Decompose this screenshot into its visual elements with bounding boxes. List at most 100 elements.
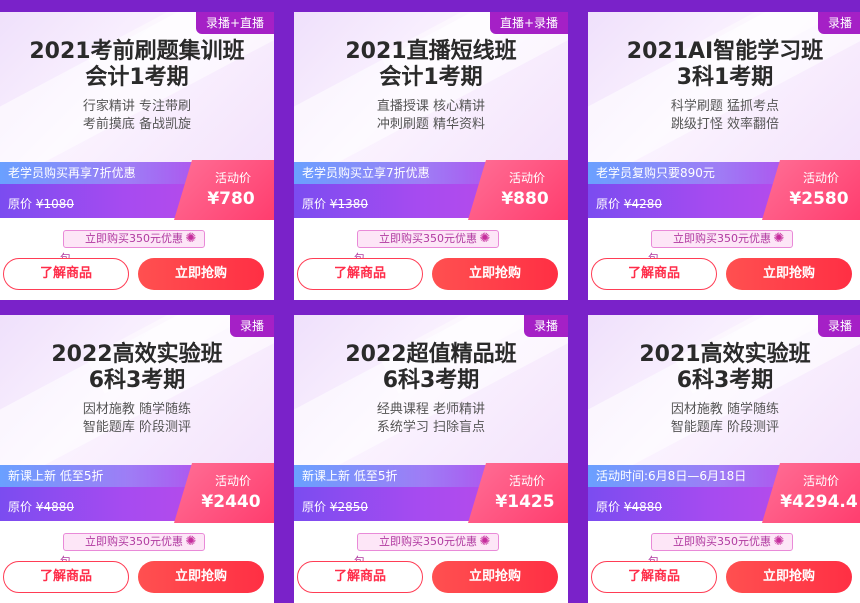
course-card: 录播 2021AI智能学习班 3科1考期 科学刷题 猛抓考点 跳级打怪 效率翻倍… xyxy=(588,12,860,300)
original-price-label: 原价 xyxy=(302,197,327,211)
course-type-tag: 录播+直播 xyxy=(195,12,274,34)
coupon-text: 立即购买350元优惠 xyxy=(85,232,183,245)
course-grid: 录播+直播 2021考前刷题集训班 会计1考期 行家精讲 专注带刷 考前摸底 备… xyxy=(0,0,860,603)
course-description: 直播授课 核心精讲 冲刺刷题 精华资料 xyxy=(294,98,568,134)
course-title-line1: 2022超值精品班 xyxy=(345,342,517,367)
gift-icon: ✺ xyxy=(185,231,197,246)
gift-icon: ✺ xyxy=(185,534,197,549)
course-title-line2: 6科3考期 xyxy=(676,368,774,393)
course-type-tag: 录播 xyxy=(229,315,274,337)
course-desc-line1: 因材施教 随学随练 xyxy=(82,402,192,417)
card-hero: 录播+直播 2021考前刷题集训班 会计1考期 行家精讲 专注带刷 考前摸底 备… xyxy=(0,12,274,162)
course-title: 2021高效实验班 6科3考期 xyxy=(588,342,860,394)
original-price-value: ¥4880 xyxy=(35,500,75,514)
course-title-line1: 2021AI智能学习班 xyxy=(626,39,824,64)
card-hero: 直播+录播 2021直播短线班 会计1考期 直播授课 核心精讲 冲刺刷题 精华资… xyxy=(294,12,568,162)
buy-now-button[interactable]: 立即抢购 xyxy=(726,561,852,593)
activity-price-label: 活动价 xyxy=(802,474,839,488)
card-hero: 录播 2022超值精品班 6科3考期 经典课程 老师精讲 系统学习 扫除盲点 xyxy=(294,315,568,465)
activity-price-value: ¥2580 xyxy=(789,189,849,209)
course-card: 直播+录播 2021直播短线班 会计1考期 直播授课 核心精讲 冲刺刷题 精华资… xyxy=(294,12,568,300)
original-price-label: 原价 xyxy=(596,197,621,211)
course-desc-line2: 冲刺刷题 精华资料 xyxy=(376,117,486,132)
original-price-label: 原价 xyxy=(302,500,327,514)
course-title-line1: 2021高效实验班 xyxy=(639,342,811,367)
coupon-text: 立即购买350元优惠 xyxy=(85,535,183,548)
course-type-tag: 录播 xyxy=(523,315,568,337)
learn-more-button[interactable]: 了解商品 xyxy=(297,561,423,593)
buy-now-button[interactable]: 立即抢购 xyxy=(432,258,558,290)
promo-text: 老学员购买再享7折优惠 xyxy=(0,162,218,184)
original-price-label: 原价 xyxy=(8,500,33,514)
course-title-line2: 6科3考期 xyxy=(88,368,186,393)
original-price-value: ¥1380 xyxy=(329,197,369,211)
course-desc-line1: 科学刷题 猛抓考点 xyxy=(670,99,780,114)
course-desc-line1: 行家精讲 专注带刷 xyxy=(82,99,192,114)
course-desc-line2: 系统学习 扫除盲点 xyxy=(376,420,486,435)
coupon-text: 立即购买350元优惠 xyxy=(673,535,771,548)
buy-now-button[interactable]: 立即抢购 xyxy=(432,561,558,593)
course-title-line1: 2021考前刷题集训班 xyxy=(29,39,245,64)
activity-price-label: 活动价 xyxy=(214,474,251,488)
course-title: 2021AI智能学习班 3科1考期 xyxy=(588,39,860,91)
original-price: 原价 ¥1080 xyxy=(8,195,74,212)
buy-now-button[interactable]: 立即抢购 xyxy=(138,258,264,290)
original-price: 原价 ¥4880 xyxy=(8,498,74,515)
course-desc-line2: 智能题库 阶段测评 xyxy=(670,420,780,435)
learn-more-button[interactable]: 了解商品 xyxy=(591,561,717,593)
course-title-line1: 2022高效实验班 xyxy=(51,342,223,367)
gift-icon: ✺ xyxy=(479,534,491,549)
course-desc-line2: 考前摸底 备战凯旋 xyxy=(82,117,192,132)
activity-price-label: 活动价 xyxy=(508,171,545,185)
coupon-banner[interactable]: 立即购买350元优惠 ✺ xyxy=(63,533,205,551)
coupon-text: 立即购买350元优惠 xyxy=(379,535,477,548)
activity-price-label: 活动价 xyxy=(802,171,839,185)
original-price-label: 原价 xyxy=(596,500,621,514)
coupon-text: 立即购买350元优惠 xyxy=(673,232,771,245)
original-price-value: ¥1080 xyxy=(35,197,75,211)
course-description: 科学刷题 猛抓考点 跳级打怪 效率翻倍 xyxy=(588,98,860,134)
activity-price-value: ¥780 xyxy=(207,189,255,209)
coupon-text: 立即购买350元优惠 xyxy=(379,232,477,245)
activity-price-value: ¥1425 xyxy=(495,492,555,512)
course-desc-line1: 直播授课 核心精讲 xyxy=(376,99,486,114)
original-price: 原价 ¥2850 xyxy=(302,498,368,515)
gift-icon: ✺ xyxy=(773,231,785,246)
original-price-value: ¥4880 xyxy=(623,500,663,514)
promo-text: 老学员购买立享7折优惠 xyxy=(294,162,512,184)
course-title-line2: 6科3考期 xyxy=(382,368,480,393)
course-title-line1: 2021直播短线班 xyxy=(345,39,517,64)
activity-price-value: ¥2440 xyxy=(201,492,261,512)
gift-icon: ✺ xyxy=(773,534,785,549)
coupon-banner[interactable]: 立即购买350元优惠 ✺ xyxy=(651,230,793,248)
course-card: 录播 2022超值精品班 6科3考期 经典课程 老师精讲 系统学习 扫除盲点 新… xyxy=(294,315,568,603)
course-card: 录播 2022高效实验班 6科3考期 因材施教 随学随练 智能题库 阶段测评 新… xyxy=(0,315,274,603)
course-title-line2: 会计1考期 xyxy=(379,65,483,90)
course-desc-line2: 智能题库 阶段测评 xyxy=(82,420,192,435)
course-description: 行家精讲 专注带刷 考前摸底 备战凯旋 xyxy=(0,98,274,134)
course-title-line2: 会计1考期 xyxy=(85,65,189,90)
course-title: 2022超值精品班 6科3考期 xyxy=(294,342,568,394)
buy-now-button[interactable]: 立即抢购 xyxy=(138,561,264,593)
learn-more-button[interactable]: 了解商品 xyxy=(3,561,129,593)
activity-price-value: ¥4294.4 xyxy=(780,492,858,512)
course-title: 2021直播短线班 会计1考期 xyxy=(294,39,568,91)
learn-more-button[interactable]: 了解商品 xyxy=(591,258,717,290)
coupon-banner[interactable]: 立即购买350元优惠 ✺ xyxy=(651,533,793,551)
learn-more-button[interactable]: 了解商品 xyxy=(3,258,129,290)
learn-more-button[interactable]: 了解商品 xyxy=(297,258,423,290)
coupon-banner[interactable]: 立即购买350元优惠 ✺ xyxy=(357,533,499,551)
course-type-tag: 录播 xyxy=(817,12,860,34)
promo-text: 老学员复购只要890元 xyxy=(588,162,806,184)
buy-now-button[interactable]: 立即抢购 xyxy=(726,258,852,290)
promo-text: 活动时间:6月8日—6月18日 xyxy=(588,465,806,487)
activity-price-value: ¥880 xyxy=(501,189,549,209)
coupon-banner[interactable]: 立即购买350元优惠 ✺ xyxy=(357,230,499,248)
card-hero: 录播 2022高效实验班 6科3考期 因材施教 随学随练 智能题库 阶段测评 xyxy=(0,315,274,465)
course-title-line2: 3科1考期 xyxy=(676,65,774,90)
original-price: 原价 ¥4280 xyxy=(596,195,662,212)
coupon-banner[interactable]: 立即购买350元优惠 ✺ xyxy=(63,230,205,248)
course-card: 录播+直播 2021考前刷题集训班 会计1考期 行家精讲 专注带刷 考前摸底 备… xyxy=(0,12,274,300)
course-description: 经典课程 老师精讲 系统学习 扫除盲点 xyxy=(294,401,568,437)
course-description: 因材施教 随学随练 智能题库 阶段测评 xyxy=(0,401,274,437)
